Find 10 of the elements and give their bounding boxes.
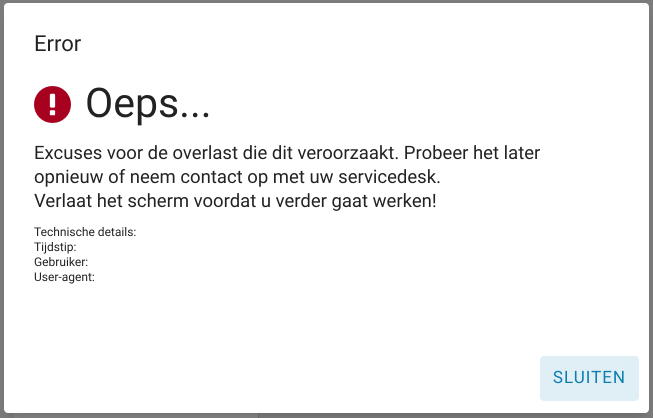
error-heading: Oeps...: [85, 79, 212, 129]
error-message: Excuses voor de overlast die dit veroorzaakt. Probeer het later opnieuw of neem contact op met uw servicedesk.: [34, 141, 542, 189]
dialog-title: Error: [34, 31, 82, 59]
close-button[interactable]: SLUITEN: [540, 356, 639, 401]
error-icon: [34, 86, 71, 122]
detail-label: User-agent:: [34, 270, 96, 285]
detail-label: Technische details:: [34, 225, 138, 240]
detail-label: Tijdstip:: [34, 240, 78, 255]
error-message: Verlaat het scherm voordat u verder gaat werken!: [34, 189, 438, 213]
detail-label: Gebruiker:: [34, 255, 90, 270]
